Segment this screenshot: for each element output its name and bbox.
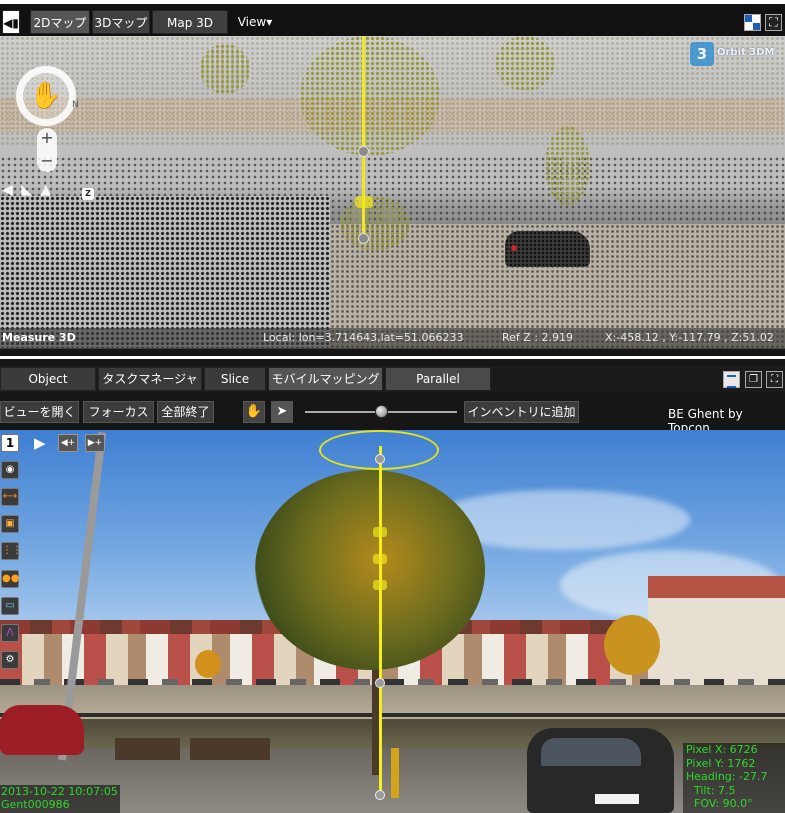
points-icon[interactable]: ●● bbox=[1, 570, 19, 588]
point-cloud-bush bbox=[340, 196, 410, 251]
panel-tab-bar: Object Inspector タスクマネージャ Slice View モバイ… bbox=[0, 366, 785, 408]
list-view-icon[interactable] bbox=[723, 371, 740, 388]
panel-splitter[interactable] bbox=[0, 348, 785, 366]
measure-node[interactable] bbox=[375, 790, 385, 800]
add-to-inventory-button[interactable]: インベントリに追加 bbox=[464, 401, 579, 423]
pixel-y: Pixel Y: 1762 bbox=[686, 756, 756, 770]
measure-line-panorama[interactable] bbox=[379, 446, 382, 794]
measure-handle[interactable] bbox=[373, 580, 387, 590]
panorama-metadata: 2013-10-22 10:07:05 Gent000986 bbox=[0, 785, 120, 813]
north-indicator: N bbox=[72, 100, 79, 110]
orbit-logo: 3 Orbit 3DM bbox=[690, 42, 780, 68]
tilt: Tilt: 7.5 bbox=[694, 783, 736, 797]
point-cloud-tree bbox=[200, 44, 250, 94]
collapse-panel-icon[interactable]: ◀▮ bbox=[2, 10, 20, 34]
bench bbox=[190, 738, 270, 760]
point-cloud-tree bbox=[495, 36, 555, 91]
measure-handle[interactable] bbox=[373, 554, 387, 564]
point-cloud-view[interactable]: ✋ N + − ◀ ◣ ▲ Z 3 Orbit 3DM Measure 3D L… bbox=[0, 36, 785, 348]
distance-icon[interactable]: ⟷ bbox=[1, 488, 19, 506]
maximize-panel-icon[interactable]: ⛶ bbox=[766, 371, 783, 388]
orbit-arrow-icons[interactable]: ◀ ◣ ▲ bbox=[2, 182, 53, 198]
slope-icon[interactable]: /\ bbox=[1, 624, 19, 642]
pan-hand-icon[interactable]: ✋ bbox=[243, 401, 265, 423]
split-view-icon[interactable] bbox=[744, 14, 761, 31]
pixel-info-overlay: Pixel X: 6726 Pixel Y: 1762 Heading: -27… bbox=[683, 743, 785, 813]
pointer-icon[interactable]: ➤ bbox=[271, 401, 293, 423]
reference-z: Ref Z : 2.919 bbox=[502, 331, 574, 344]
photo-icon[interactable]: ▣ bbox=[1, 515, 19, 533]
view-menu-label: View bbox=[237, 15, 267, 29]
bench bbox=[115, 738, 180, 760]
measure-status-bar: Measure 3D Local: lon=3.714643,lat=51.06… bbox=[0, 328, 785, 348]
zoom-control: + − bbox=[37, 128, 57, 172]
capture-datetime: 2013-10-22 10:07:05 bbox=[1, 785, 118, 798]
point-cloud-tree bbox=[545, 126, 590, 206]
red-car bbox=[0, 705, 84, 755]
dark-car bbox=[527, 728, 674, 813]
grid-icon[interactable]: ⋮⋮ bbox=[1, 542, 22, 560]
map-toolbar: ◀▮ 2Dマップ 3Dマップ Map 3D (GL) View▾ ⛶ bbox=[0, 0, 785, 54]
yellow-post bbox=[391, 748, 399, 798]
view-menu[interactable]: View▾ bbox=[234, 10, 276, 34]
restore-window-icon[interactable]: ❐ bbox=[745, 371, 762, 388]
zoom-out-button[interactable]: − bbox=[37, 151, 57, 171]
quay-railing bbox=[0, 713, 785, 717]
previous-frame-icon[interactable]: ◀+ bbox=[58, 434, 78, 452]
screen-icon[interactable]: ▭ bbox=[1, 597, 19, 615]
measured-tree-crown bbox=[255, 470, 485, 670]
close-all-button[interactable]: 全部終了 bbox=[157, 401, 214, 423]
z-axis-button[interactable]: Z bbox=[82, 188, 94, 200]
focus-button[interactable]: フォーカス bbox=[83, 401, 154, 423]
settings-icon[interactable]: ⚙ bbox=[1, 651, 19, 669]
measure-node[interactable] bbox=[358, 233, 369, 244]
street-panorama[interactable] bbox=[0, 430, 785, 813]
xyz-coordinates: X:-458.12 , Y:-117.79 , Z:51.02 bbox=[605, 331, 774, 344]
tab-mobile-mapping[interactable]: モバイルマッピング bbox=[268, 367, 383, 391]
mobile-mapping-toolbar: ビューを開く フォーカス 全部終了 ✋ ➤ インベントリに追加 BE Ghent… bbox=[0, 392, 785, 435]
play-icon[interactable]: ▶ bbox=[34, 434, 50, 452]
measure-node[interactable] bbox=[375, 454, 385, 464]
tab-parallel-extraction[interactable]: Parallel Extraction bbox=[385, 367, 491, 408]
tab-task-manager[interactable]: タスクマネージャ bbox=[98, 367, 202, 391]
measure-icon[interactable]: ◉ bbox=[1, 461, 19, 479]
measure-handle-3d[interactable] bbox=[355, 196, 373, 208]
image-id: Gent000986 bbox=[1, 798, 70, 811]
tool-index-button[interactable]: 1 bbox=[1, 434, 19, 452]
pan-hand-icon[interactable]: ✋ bbox=[23, 73, 69, 119]
chevron-down-icon: ▾ bbox=[266, 15, 273, 29]
measure-title: Measure 3D bbox=[2, 331, 76, 344]
orbit-logo-badge: 3 bbox=[690, 42, 714, 66]
local-coordinates: Local: lon=3.714643,lat=51.066233 bbox=[263, 331, 464, 344]
license-plate bbox=[595, 794, 639, 804]
autumn-tree bbox=[195, 650, 221, 678]
pixel-x: Pixel X: 6726 bbox=[686, 743, 758, 756]
tab-object-inspector[interactable]: Object Inspector bbox=[0, 367, 96, 408]
tab-map-3d-gl[interactable]: Map 3D (GL) bbox=[152, 10, 228, 54]
measure-node[interactable] bbox=[375, 678, 385, 688]
next-frame-icon[interactable]: ▶+ bbox=[85, 434, 105, 452]
open-view-button[interactable]: ビューを開く bbox=[0, 401, 79, 423]
measure-node[interactable] bbox=[358, 146, 369, 157]
fov: FOV: 90.0° bbox=[694, 797, 753, 810]
navigation-ring[interactable]: ✋ N bbox=[16, 66, 79, 126]
maximize-icon[interactable]: ⛶ bbox=[765, 14, 782, 31]
zoom-in-button[interactable]: + bbox=[37, 128, 57, 148]
measure-handle[interactable] bbox=[373, 527, 387, 537]
orbit-logo-text: Orbit 3DM bbox=[717, 47, 775, 58]
point-cloud-car bbox=[505, 231, 590, 267]
tab-3d-map[interactable]: 3Dマップ bbox=[92, 10, 150, 34]
tab-slice-view[interactable]: Slice View bbox=[204, 367, 266, 408]
point-cloud-tree bbox=[300, 36, 440, 156]
tab-2d-map[interactable]: 2Dマップ bbox=[30, 10, 90, 34]
point-cloud-road-left bbox=[0, 196, 330, 348]
car-tail-lamp bbox=[511, 245, 517, 251]
heading: Heading: -27.7 bbox=[686, 770, 768, 783]
corner-house bbox=[648, 576, 785, 690]
opacity-slider-knob[interactable] bbox=[374, 405, 388, 418]
measure-line-3d[interactable] bbox=[362, 36, 365, 241]
autumn-tree bbox=[604, 615, 660, 675]
